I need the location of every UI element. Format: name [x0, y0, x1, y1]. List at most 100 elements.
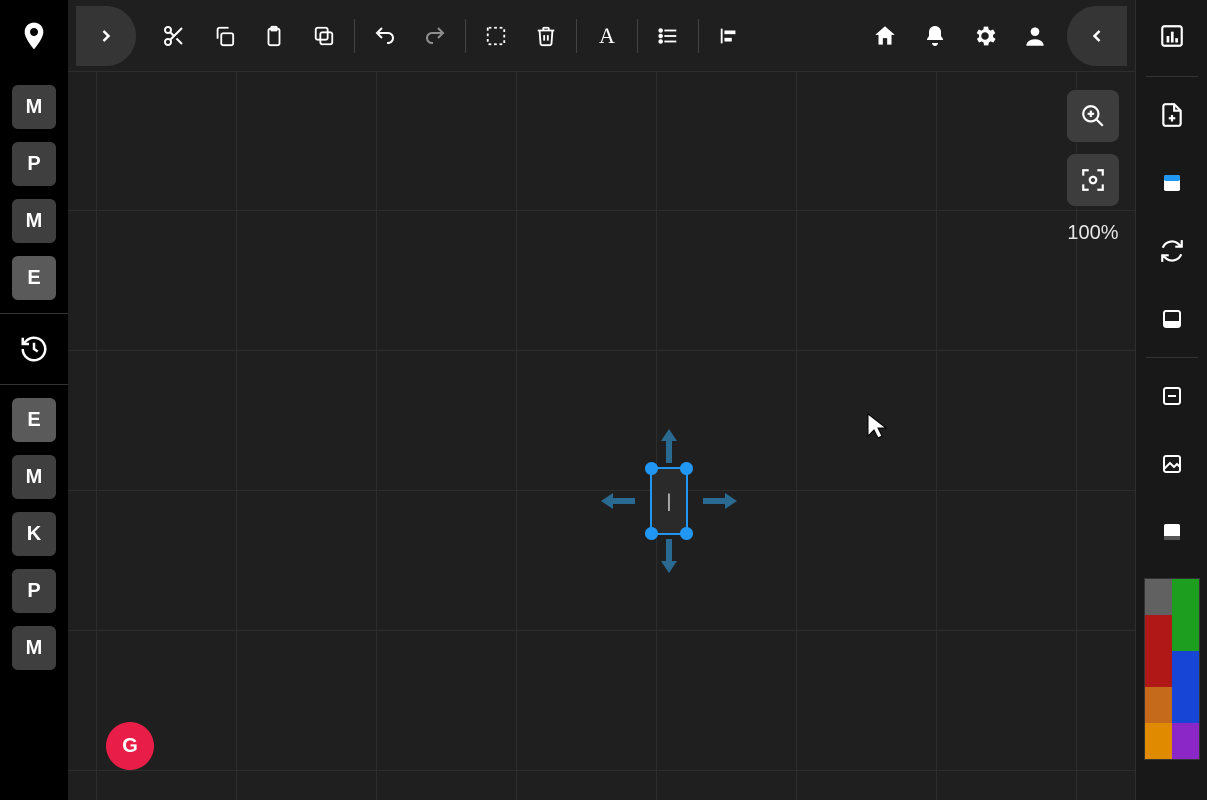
color-swatch-5[interactable]: [1172, 651, 1199, 687]
list-button[interactable]: [648, 16, 688, 56]
chevron-left-icon: [1087, 26, 1107, 46]
home-icon: [872, 23, 898, 49]
select-all-button[interactable]: [476, 16, 516, 56]
duplicate-button[interactable]: [304, 16, 344, 56]
color-swatch-4[interactable]: [1145, 651, 1172, 687]
redo-icon: [423, 24, 447, 48]
selected-text-object[interactable]: |: [650, 467, 688, 535]
arrow-down-icon: [657, 539, 681, 573]
zoom-in-icon: [1080, 103, 1106, 129]
app-logo[interactable]: [0, 0, 68, 72]
color-swatch-1[interactable]: [1172, 579, 1199, 615]
gear-icon: [972, 23, 998, 49]
notifications-button[interactable]: [915, 16, 955, 56]
text-cursor: |: [667, 491, 672, 512]
trash-icon: [535, 25, 557, 47]
left-tile-lower-2[interactable]: K: [12, 512, 56, 556]
home-button[interactable]: [865, 16, 905, 56]
panel-bottom-icon: [1160, 307, 1184, 331]
collapse-right-button[interactable]: [1067, 6, 1127, 66]
undo-icon: [373, 24, 397, 48]
color-palette: [1144, 578, 1200, 760]
select-all-icon: [485, 25, 507, 47]
panel-button[interactable]: [1152, 163, 1192, 203]
delete-button[interactable]: [526, 16, 566, 56]
resize-handle-tr[interactable]: [680, 462, 693, 475]
account-button[interactable]: [1015, 16, 1055, 56]
add-page-button[interactable]: [1152, 95, 1192, 135]
arrow-left-icon: [601, 489, 635, 513]
bar-chart-icon: [1159, 23, 1185, 49]
top-toolbar: A: [68, 0, 1135, 72]
history-icon: [19, 334, 49, 364]
color-swatch-9[interactable]: [1172, 723, 1199, 759]
left-tile-lower-3[interactable]: P: [12, 569, 56, 613]
arrow-right-icon: [703, 489, 737, 513]
color-swatch-3[interactable]: [1172, 615, 1199, 651]
toolbar-separator: [637, 19, 638, 53]
align-left-icon: [718, 25, 740, 47]
left-tile-2[interactable]: M: [12, 199, 56, 243]
align-button[interactable]: [709, 16, 749, 56]
zoom-in-button[interactable]: [1067, 90, 1119, 142]
toolbar-separator: [698, 19, 699, 53]
expand-left-button[interactable]: [76, 6, 136, 66]
undo-button[interactable]: [365, 16, 405, 56]
canvas-grid: [68, 72, 1135, 800]
person-icon: [1022, 23, 1048, 49]
text-button[interactable]: A: [587, 16, 627, 56]
left-sidebar: MPME EMKPM: [0, 0, 68, 800]
zoom-controls: 100%: [1067, 90, 1119, 245]
canvas[interactable]: | 100% G: [68, 72, 1135, 800]
toolbar-separator: [576, 19, 577, 53]
color-swatch-8[interactable]: [1145, 723, 1172, 759]
paste-icon: [263, 25, 285, 47]
fab-button[interactable]: G: [106, 722, 154, 770]
history-button[interactable]: [0, 313, 68, 385]
sync-icon: [1159, 238, 1185, 264]
list-icon: [657, 25, 679, 47]
sync-button[interactable]: [1152, 231, 1192, 271]
center-focus-icon: [1080, 167, 1106, 193]
copy-button[interactable]: [204, 16, 244, 56]
cut-button[interactable]: [154, 16, 194, 56]
text-icon: A: [599, 23, 615, 49]
color-swatch-2[interactable]: [1145, 615, 1172, 651]
toolbar-separator: [354, 19, 355, 53]
duplicate-icon: [313, 25, 335, 47]
paste-button[interactable]: [254, 16, 294, 56]
settings-button[interactable]: [965, 16, 1005, 56]
toolbar-separator: [465, 19, 466, 53]
left-tile-lower-4[interactable]: M: [12, 626, 56, 670]
zoom-fit-button[interactable]: [1067, 154, 1119, 206]
cursor-icon: [866, 412, 890, 440]
resize-handle-br[interactable]: [680, 527, 693, 540]
color-swatch-0[interactable]: [1145, 579, 1172, 615]
color-swatch-7[interactable]: [1172, 687, 1199, 723]
minus-button[interactable]: [1152, 376, 1192, 416]
left-tile-lower-0[interactable]: E: [12, 398, 56, 442]
minus-square-icon: [1160, 384, 1184, 408]
stats-button[interactable]: [1136, 0, 1207, 72]
image-button[interactable]: [1152, 444, 1192, 484]
redo-button[interactable]: [415, 16, 455, 56]
panel-icon: [1160, 171, 1184, 195]
left-tile-0[interactable]: M: [12, 85, 56, 129]
resize-handle-tl[interactable]: [645, 462, 658, 475]
left-tile-lower-1[interactable]: M: [12, 455, 56, 499]
left-tile-3[interactable]: E: [12, 256, 56, 300]
color-swatch-6[interactable]: [1145, 687, 1172, 723]
left-tile-1[interactable]: P: [12, 142, 56, 186]
copy-icon: [213, 25, 235, 47]
main-area: A |: [68, 0, 1135, 800]
file-plus-icon: [1159, 102, 1185, 128]
cut-icon: [162, 24, 186, 48]
footer-button[interactable]: [1152, 512, 1192, 552]
image-icon: [1160, 452, 1184, 476]
panel2-button[interactable]: [1152, 299, 1192, 339]
fab-label: G: [122, 735, 138, 758]
right-sidebar: [1135, 0, 1207, 800]
arrow-up-icon: [657, 429, 681, 463]
bell-icon: [923, 24, 947, 48]
chevron-right-icon: [96, 26, 116, 46]
